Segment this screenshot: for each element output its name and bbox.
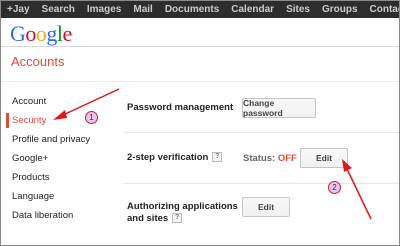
sidebar: Account Security Profile and privacy Goo… — [1, 92, 117, 225]
google-top-nav-bar: +Jay Search Images Mail Documents Calend… — [1, 1, 399, 18]
nav-link-sites[interactable]: Sites — [286, 1, 310, 18]
nav-link-calendar[interactable]: Calendar — [231, 1, 274, 18]
two-step-verification-label: 2-step verification? — [127, 152, 223, 164]
sidebar-item-security[interactable]: Security — [1, 111, 117, 130]
logo-letter: G — [10, 21, 26, 46]
authorizing-edit-button[interactable]: Edit — [242, 197, 290, 217]
window-frame: +Jay Search Images Mail Documents Calend… — [0, 0, 400, 246]
authorizing-apps-label-line2-wrap: and sites? — [127, 213, 238, 225]
password-management-label: Password management — [127, 102, 234, 113]
logo-letter: o — [25, 21, 36, 46]
two-step-label-text: 2-step verification — [127, 152, 209, 163]
nav-link-images[interactable]: Images — [87, 1, 121, 18]
authorizing-apps-label-line2: and sites — [127, 213, 169, 224]
change-password-button[interactable]: Change password — [242, 98, 316, 118]
nav-link-documents[interactable]: Documents — [165, 1, 219, 18]
logo-letter: e — [62, 21, 73, 46]
status-label: Status: — [243, 153, 276, 164]
help-icon[interactable]: ? — [212, 152, 223, 163]
page-title: Accounts — [11, 54, 65, 69]
sidebar-item-account[interactable]: Account — [1, 92, 117, 111]
sidebar-item-google-plus[interactable]: Google+ — [1, 149, 117, 168]
nav-link-profile[interactable]: +Jay — [7, 1, 30, 18]
annotation-badge-1: 1 — [85, 111, 98, 124]
nav-link-mail[interactable]: Mail — [133, 1, 152, 18]
row-divider — [124, 132, 399, 133]
status-value-off: OFF — [277, 153, 297, 164]
authorizing-apps-label-line1: Authorizing applications — [127, 201, 238, 212]
title-divider — [1, 81, 399, 82]
annotation-badge-2: 2 — [328, 181, 341, 194]
logo-letter: g — [46, 21, 57, 46]
sidebar-item-profile-and-privacy[interactable]: Profile and privacy — [1, 130, 117, 149]
authorizing-apps-label: Authorizing applications and sites? — [127, 201, 238, 225]
sidebar-item-products[interactable]: Products — [1, 168, 117, 187]
logo-letter: o — [35, 21, 47, 46]
help-icon[interactable]: ? — [172, 213, 183, 224]
nav-link-contacts[interactable]: Contacts — [370, 1, 399, 18]
google-logo[interactable]: Google — [10, 22, 72, 46]
two-step-status: Status: OFF — [243, 153, 297, 164]
nav-link-search[interactable]: Search — [42, 1, 75, 18]
nav-link-groups[interactable]: Groups — [322, 1, 358, 18]
row-divider — [124, 183, 399, 184]
header-divider — [1, 46, 399, 47]
two-step-edit-button[interactable]: Edit — [300, 148, 348, 168]
arrow-to-edit — [346, 168, 372, 220]
sidebar-item-data-liberation[interactable]: Data liberation — [1, 206, 117, 225]
sidebar-item-language[interactable]: Language — [1, 187, 117, 206]
